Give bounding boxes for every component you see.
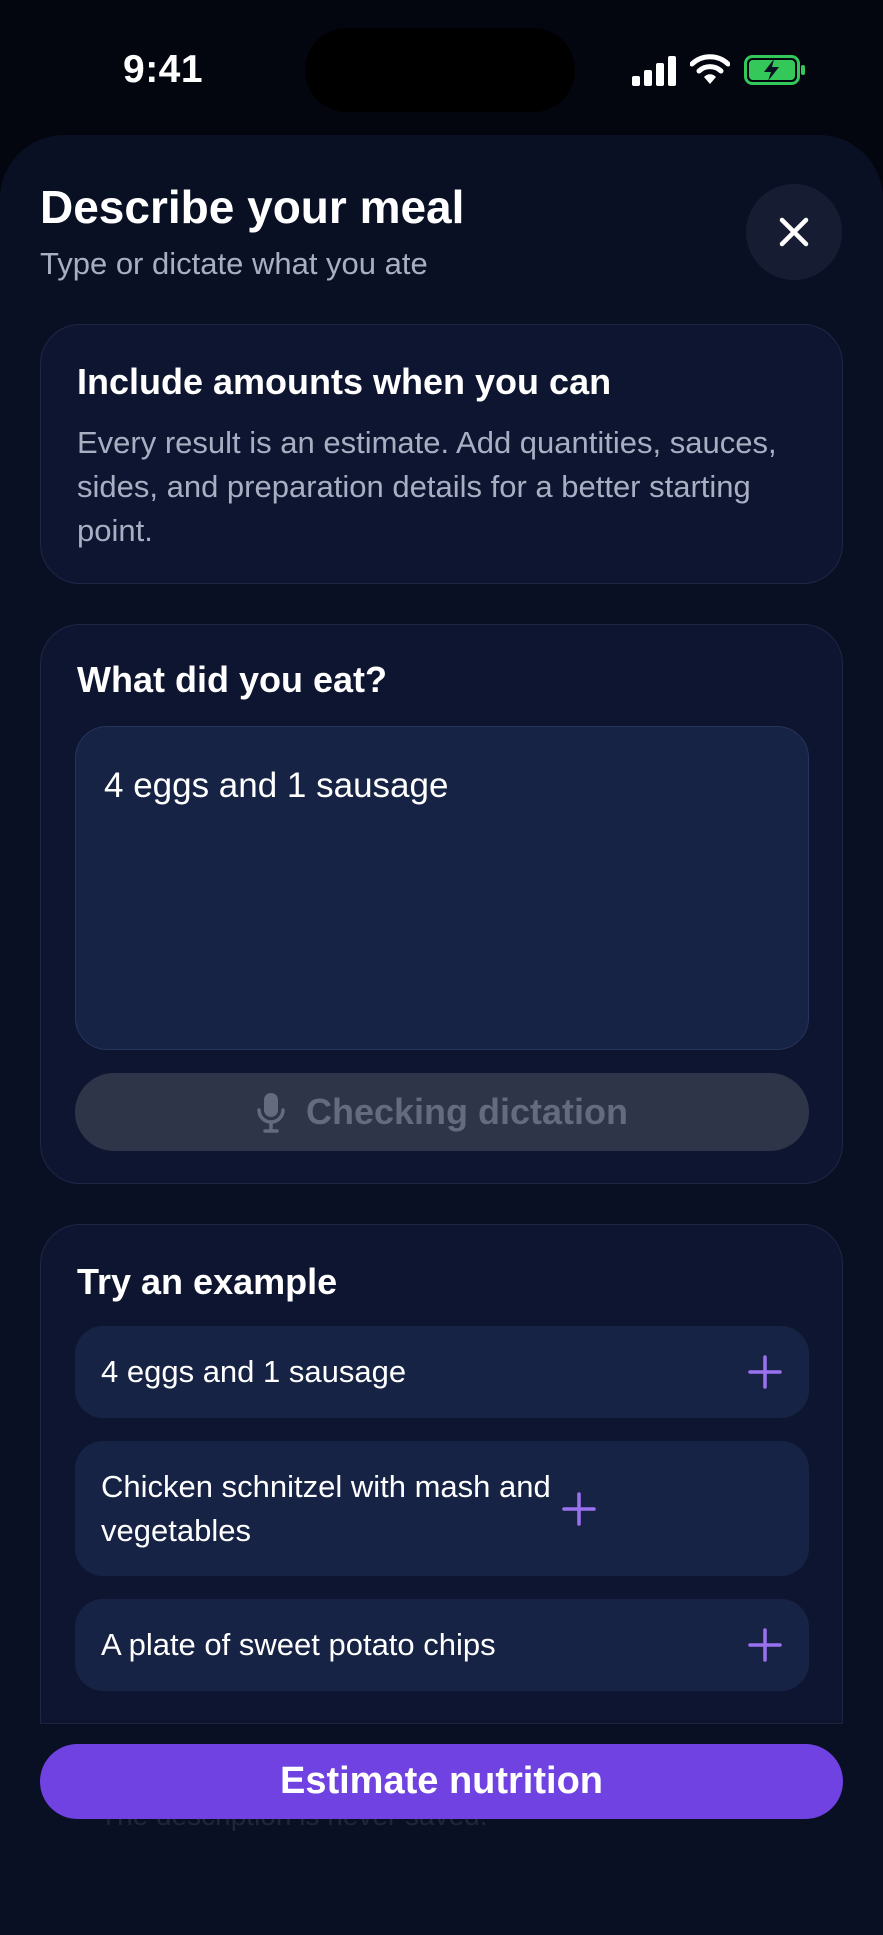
plus-icon bbox=[748, 1628, 782, 1662]
example-item[interactable]: A plate of sweet potato chips bbox=[75, 1599, 809, 1691]
meal-input-card: What did you eat? Checking dictation bbox=[40, 624, 843, 1184]
tip-body: Every result is an estimate. Add quantit… bbox=[77, 425, 777, 548]
meal-input-label: What did you eat? bbox=[77, 659, 387, 700]
examples-card: Try an example 4 eggs and 1 sausage Chic… bbox=[40, 1224, 843, 1724]
status-time: 9:41 bbox=[123, 48, 204, 91]
example-item[interactable]: 4 eggs and 1 sausage bbox=[75, 1326, 809, 1418]
example-label: Chicken schnitzel with mash and vegetabl… bbox=[101, 1468, 551, 1548]
example-label: 4 eggs and 1 sausage bbox=[101, 1354, 407, 1389]
dictation-label: Checking dictation bbox=[305, 1091, 629, 1132]
dictation-button[interactable]: Checking dictation bbox=[75, 1073, 809, 1151]
cellular-signal-icon bbox=[632, 56, 676, 86]
page-title: Describe your meal bbox=[40, 181, 465, 233]
page-subtitle: Type or dictate what you ate bbox=[40, 246, 428, 281]
meal-description-input[interactable] bbox=[75, 726, 809, 1050]
example-item[interactable]: Chicken schnitzel with mash and vegetabl… bbox=[75, 1441, 809, 1576]
status-bar: 9:41 bbox=[0, 0, 883, 140]
battery-charging-icon bbox=[744, 55, 805, 85]
plus-icon bbox=[748, 1355, 782, 1389]
dynamic-island bbox=[305, 28, 575, 112]
plus-icon bbox=[562, 1491, 596, 1526]
example-label: A plate of sweet potato chips bbox=[101, 1627, 496, 1662]
tip-card: Include amounts when you can Every resul… bbox=[40, 324, 843, 584]
tip-title: Include amounts when you can bbox=[77, 361, 612, 402]
microphone-icon bbox=[257, 1093, 285, 1133]
estimate-nutrition-button[interactable]: Estimate nutrition bbox=[40, 1744, 843, 1819]
examples-title: Try an example bbox=[77, 1261, 338, 1302]
wifi-icon bbox=[690, 54, 730, 84]
close-button[interactable] bbox=[746, 184, 842, 280]
close-icon bbox=[779, 217, 809, 247]
